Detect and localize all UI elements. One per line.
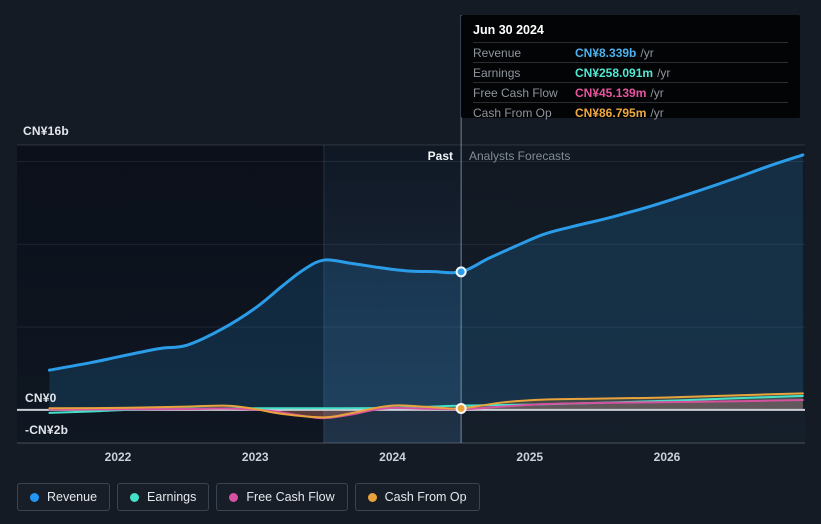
tooltip-row-value: CN¥45.139m [575, 85, 647, 100]
tooltip-row-suffix: /yr [640, 45, 654, 60]
x-axis-year-label: 2026 [653, 450, 681, 464]
tooltip-row-label: Cash From Op [473, 105, 552, 120]
cash-from-op-marker[interactable] [455, 402, 467, 414]
tooltip-date: Jun 30 2024 [473, 23, 544, 37]
tooltip-row-label: Revenue [473, 45, 522, 60]
legend-label: Cash From Op [384, 490, 467, 504]
legend-dot [30, 492, 39, 502]
x-axis-year-label: 2025 [516, 450, 544, 464]
tooltip-row-suffix: /yr [650, 105, 664, 120]
tooltip-row-value: CN¥258.091m [575, 65, 654, 80]
legend-item-cash-from-op[interactable]: Cash From Op [354, 483, 480, 511]
legend-item-free-cash-flow[interactable]: Free Cash Flow [216, 483, 348, 511]
y-axis-label-max: CN¥16b [23, 124, 69, 138]
legend-item-earnings[interactable]: Earnings [117, 483, 210, 511]
tooltip-row-suffix: /yr [657, 65, 671, 80]
tooltip-row-suffix: /yr [650, 85, 664, 100]
y-axis-label-min: -CN¥2b [25, 423, 69, 437]
legend-dot [130, 492, 140, 502]
legend-item-revenue[interactable]: Revenue [17, 483, 111, 511]
tooltip-row-value: CN¥8.339b [575, 45, 637, 60]
chart-tooltip: Jun 30 2024 Revenue CN¥8.339b/yr Earnings C… [461, 15, 800, 120]
tooltip-row-label: Earnings [473, 65, 521, 80]
tooltip-row-value: CN¥86.795m [575, 105, 647, 120]
tooltip-row-label: Free Cash Flow [473, 85, 558, 100]
revenue-marker[interactable] [455, 266, 467, 278]
tooltip-rows: Revenue CN¥8.339b/yr Earnings CN¥258.091m/y… [473, 42, 788, 122]
earnings-revenue-growth-chart: CN¥16b CN¥0 -CN¥2b Past Analysts Forecas… [0, 0, 821, 524]
y-axis-label-zero: CN¥0 [25, 391, 57, 405]
tooltip-row: Revenue CN¥8.339b/yr [473, 42, 788, 62]
legend-label: Free Cash Flow [246, 490, 335, 504]
legend-dot [367, 492, 377, 502]
forecast-section-label: Analysts Forecasts [469, 149, 571, 163]
x-axis-year-label: 2024 [379, 450, 406, 464]
past-section-label: Past [427, 149, 453, 163]
legend-dot [229, 492, 239, 502]
chart-legend: Revenue Earnings Free Cash Flow Cash From O… [17, 483, 480, 511]
legend-label: Earnings [147, 490, 197, 504]
x-axis-year-label: 2022 [104, 450, 132, 464]
legend-label: Revenue [47, 490, 98, 504]
tooltip-row: Cash From Op CN¥86.795m/yr [473, 102, 788, 122]
tooltip-row: Earnings CN¥258.091m/yr [473, 62, 788, 82]
tooltip-row: Free Cash Flow CN¥45.139m/yr [473, 82, 788, 102]
x-axis-year-label: 2023 [241, 450, 269, 464]
